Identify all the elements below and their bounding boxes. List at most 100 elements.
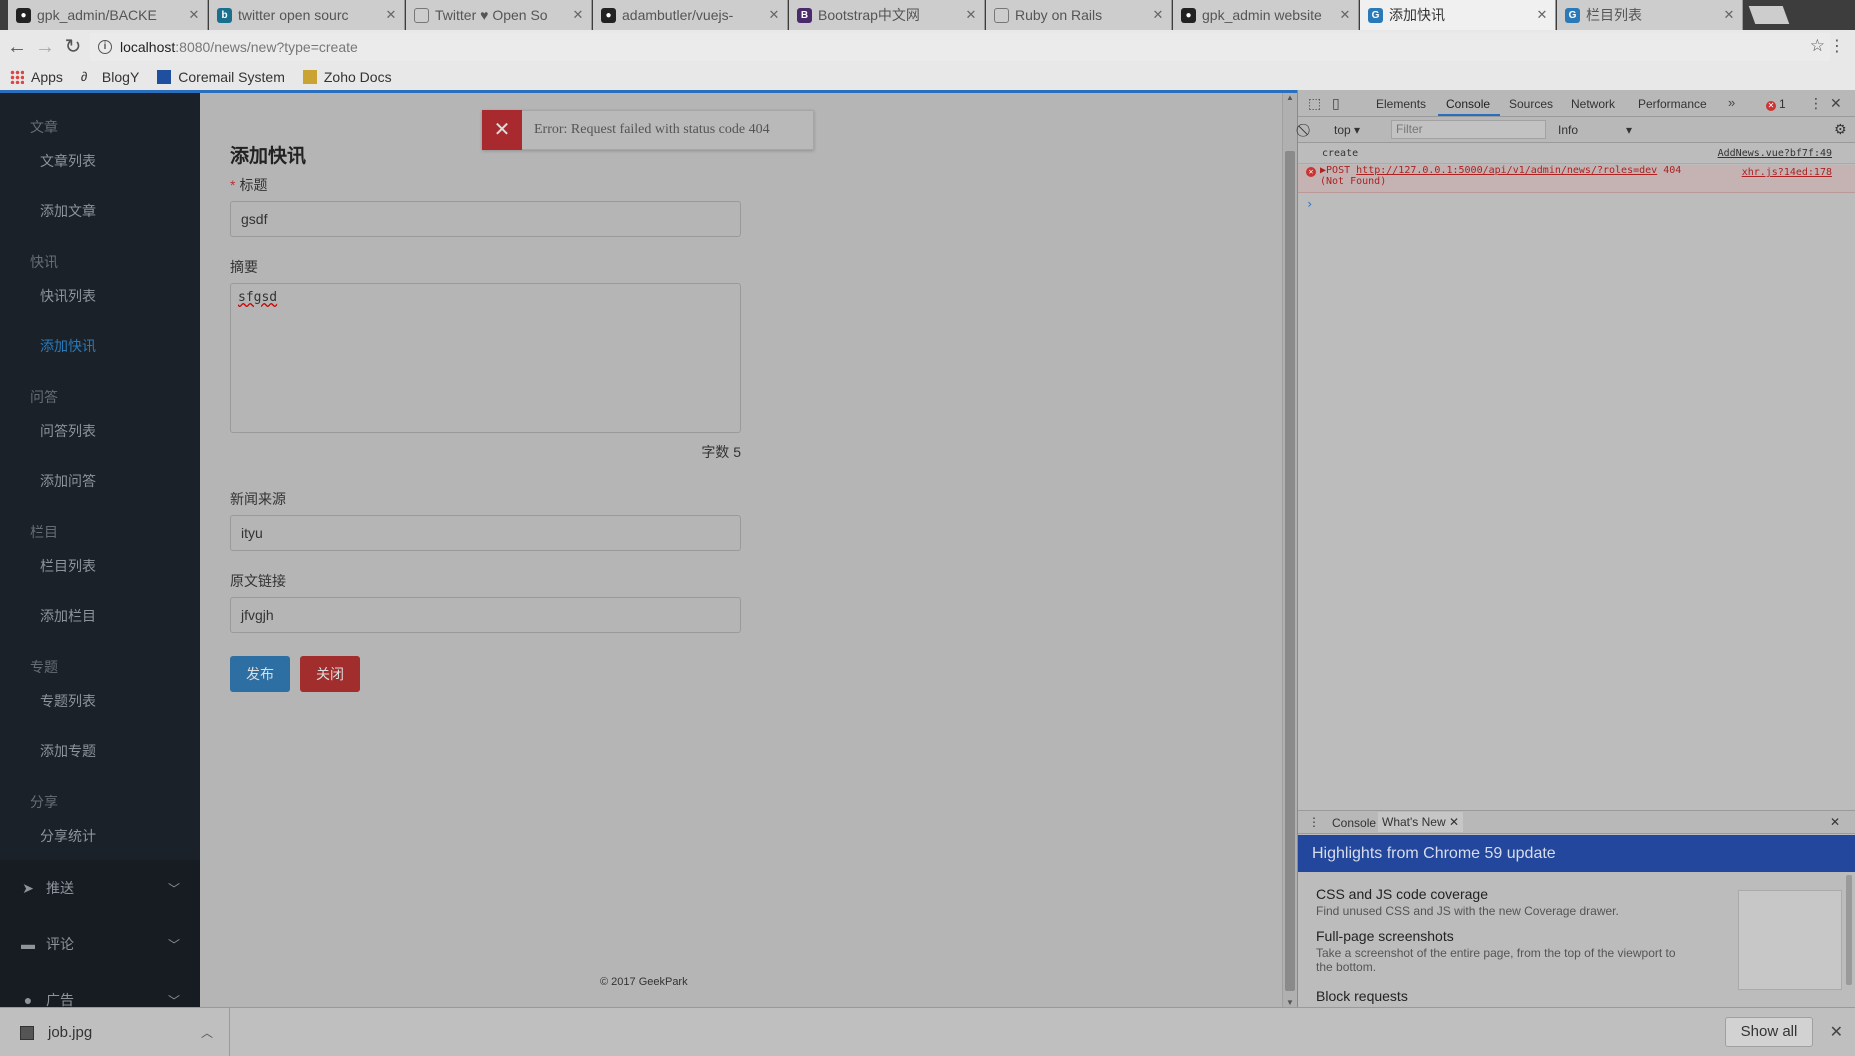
drawer-tab-whats-new[interactable]: What's New ✕ <box>1378 812 1464 832</box>
devtools-tab-network[interactable]: Network <box>1571 97 1615 111</box>
address-bar[interactable]: i localhost:8080/news/new?type=create <box>90 33 1830 61</box>
close-devtools-icon[interactable]: ✕ <box>1830 95 1842 112</box>
close-icon[interactable]: ✕ <box>1722 7 1736 23</box>
console-prompt[interactable]: › <box>1298 197 1855 211</box>
close-icon[interactable]: ✕ <box>571 7 585 23</box>
link-input[interactable]: jfvgjh <box>230 597 741 633</box>
main-content: 添加快讯 * 标题 gsdf 摘要 sfgsd 字数 5 新闻来源 ityu 原文… <box>200 93 1282 1007</box>
tab-title: Ruby on Rails <box>1015 7 1103 23</box>
devtools-tab-sources[interactable]: Sources <box>1509 97 1553 111</box>
bookmark-star-icon[interactable]: ☆ <box>1810 36 1825 56</box>
inspect-element-icon[interactable]: ⬚ <box>1308 95 1321 112</box>
g-icon: G <box>1565 7 1580 23</box>
log-source-link[interactable]: AddNews.vue?bf7f:49 <box>1718 148 1832 159</box>
sidebar-item-add-news[interactable]: 添加快讯 <box>40 336 96 356</box>
show-all-button[interactable]: Show all <box>1725 1017 1813 1047</box>
download-item[interactable]: job.jpg ︿ <box>0 1008 230 1056</box>
device-toolbar-icon[interactable]: ▯ <box>1332 95 1340 112</box>
reload-icon[interactable]: ↻ <box>62 36 84 58</box>
devtools-tab-console[interactable]: Console <box>1446 97 1490 111</box>
close-icon[interactable]: ✕ <box>1535 7 1549 23</box>
scrollbar-thumb[interactable] <box>1285 151 1295 991</box>
more-tabs-icon[interactable]: » <box>1728 95 1735 110</box>
close-icon[interactable]: ✕ <box>964 7 978 23</box>
close-icon[interactable]: ✕ <box>1338 7 1352 23</box>
back-icon[interactable]: ← <box>6 36 28 58</box>
sidebar-item-add-article[interactable]: 添加文章 <box>40 201 96 221</box>
bookmark-zoho[interactable]: Zoho Docs <box>302 69 392 85</box>
sidebar-item-add-qa[interactable]: 添加问答 <box>40 471 96 491</box>
error-url[interactable]: http://127.0.0.1:5000/api/v1/admin/news/… <box>1356 165 1657 176</box>
close-icon[interactable]: ✕ <box>384 7 398 23</box>
browser-tab[interactable]: b twitter open sourc ✕ <box>209 0 405 30</box>
chevron-up-icon[interactable]: ︿ <box>201 1024 213 1041</box>
whats-new-item[interactable]: Block requests <box>1316 988 1676 1004</box>
console-filter-input[interactable]: Filter <box>1391 120 1546 139</box>
chrome-menu-icon[interactable]: ⋮ <box>1829 36 1845 56</box>
bookmark-label: Coremail System <box>178 69 285 85</box>
browser-tab[interactable]: ● gpk_admin/BACKE ✕ <box>8 0 208 30</box>
browser-toolbar: ← → ↻ i localhost:8080/news/new?type=cre… <box>0 30 1855 64</box>
chevron-down-icon: ﹀ <box>167 993 180 1008</box>
browser-tab[interactable]: Ruby on Rails ✕ <box>986 0 1172 30</box>
whats-new-item[interactable]: Full-page screenshots Take a screenshot … <box>1316 928 1676 974</box>
browser-tab[interactable]: B Bootstrap中文网 ✕ <box>789 0 985 30</box>
close-icon[interactable]: ✕ <box>1830 1022 1843 1042</box>
sidebar-item-add-topic[interactable]: 添加专题 <box>40 741 96 761</box>
browser-tab[interactable]: ● adambutler/vuejs- ✕ <box>593 0 788 30</box>
publish-button[interactable]: 发布 <box>230 656 290 692</box>
tab-title: Twitter ♥ Open So <box>435 7 548 23</box>
sidebar-group-title: 文章 <box>30 119 58 135</box>
title-input[interactable]: gsdf <box>230 201 741 237</box>
sidebar-item-column-list[interactable]: 栏目列表 <box>40 556 96 576</box>
sidebar-collapsible-comments[interactable]: ▬ 评论 ﹀ <box>0 916 200 972</box>
sidebar-item-article-list[interactable]: 文章列表 <box>40 151 96 171</box>
devtools-menu-icon[interactable]: ⋮ <box>1809 95 1823 112</box>
drawer-menu-icon[interactable]: ⋮ <box>1308 815 1320 829</box>
close-drawer-icon[interactable]: ✕ <box>1830 815 1840 829</box>
info-icon[interactable]: i <box>98 40 112 54</box>
github-icon: ● <box>16 7 31 23</box>
close-icon[interactable]: ✕ <box>482 110 522 150</box>
context-selector[interactable]: top ▾ <box>1334 123 1360 137</box>
bookmark-coremail[interactable]: Coremail System <box>157 69 285 85</box>
browser-tab-active[interactable]: G 添加快讯 ✕ <box>1360 0 1556 30</box>
error-count: 1 <box>1779 97 1786 111</box>
close-button[interactable]: 关闭 <box>300 656 360 692</box>
browser-tabstrip: ● gpk_admin/BACKE ✕ b twitter open sourc… <box>0 0 1855 30</box>
devtools-tab-performance[interactable]: Performance <box>1638 97 1707 111</box>
page-scrollbar[interactable]: ▲ ▼ <box>1282 93 1297 1007</box>
drawer-scrollbar[interactable] <box>1846 875 1852 985</box>
source-input[interactable]: ityu <box>230 515 741 551</box>
browser-tab[interactable]: G 栏目列表 ✕ <box>1557 0 1743 30</box>
summary-label: 摘要 <box>230 259 258 275</box>
sidebar-item-topic-list[interactable]: 专题列表 <box>40 691 96 711</box>
sidebar-collapsible-push[interactable]: ➤ 推送 ﹀ <box>0 860 200 916</box>
gear-icon[interactable]: ⚙ <box>1834 121 1847 138</box>
new-tab-button[interactable] <box>1748 6 1790 24</box>
sidebar-item-news-list[interactable]: 快讯列表 <box>40 286 96 306</box>
sidebar-item-add-column[interactable]: 添加栏目 <box>40 606 96 626</box>
console-log-line: create AddNews.vue?bf7f:49 <box>1298 148 1855 164</box>
bookmark-blogy[interactable]: ∂ BlogY <box>81 69 139 85</box>
log-level-selector[interactable]: Info ▾ <box>1558 123 1632 137</box>
error-count-badge[interactable]: ✕ 1 <box>1766 97 1786 111</box>
close-icon[interactable]: ✕ <box>187 7 201 23</box>
whats-new-item[interactable]: CSS and JS code coverage Find unused CSS… <box>1316 886 1676 918</box>
close-icon[interactable]: ✕ <box>1151 7 1165 23</box>
bookmark-apps[interactable]: Apps <box>10 69 63 85</box>
sidebar-item-share-stats[interactable]: 分享统计 <box>40 826 96 846</box>
close-icon[interactable]: ✕ <box>1449 815 1459 829</box>
scroll-up-icon[interactable]: ▲ <box>1286 93 1294 102</box>
scroll-down-icon[interactable]: ▼ <box>1286 998 1294 1007</box>
forward-icon[interactable]: → <box>34 36 56 58</box>
browser-tab[interactable]: Twitter ♥ Open So ✕ <box>406 0 592 30</box>
g-icon: G <box>1368 7 1383 23</box>
error-source-link[interactable]: xhr.js?14ed:178 <box>1742 167 1832 178</box>
drawer-tab-console[interactable]: Console <box>1332 816 1376 830</box>
close-icon[interactable]: ✕ <box>767 7 781 23</box>
browser-tab[interactable]: ● gpk_admin website ✕ <box>1173 0 1359 30</box>
summary-textarea[interactable]: sfgsd <box>230 283 741 433</box>
sidebar-item-qa-list[interactable]: 问答列表 <box>40 421 96 441</box>
devtools-tab-elements[interactable]: Elements <box>1376 97 1426 111</box>
